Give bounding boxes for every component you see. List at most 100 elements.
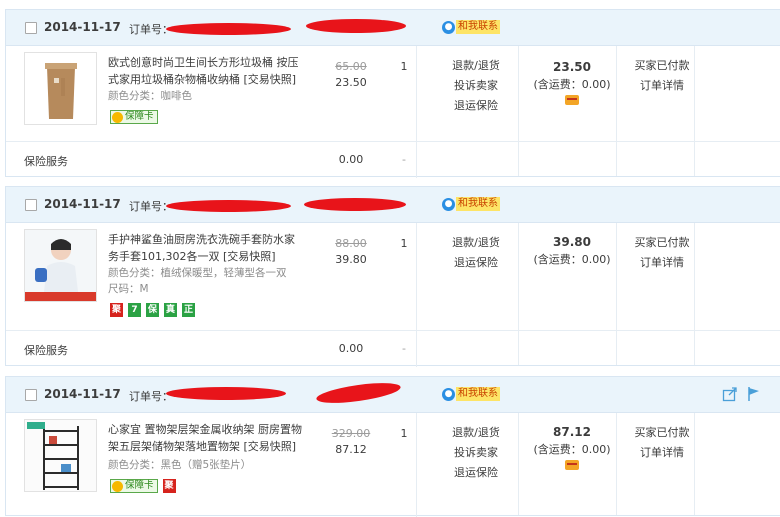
refund-return-link[interactable]: 退款/退货 — [443, 56, 509, 76]
status-column: 买家已付款 订单详情 — [626, 56, 698, 96]
product-property: 颜色分类：黑色（赠5张垫片） — [108, 459, 252, 471]
refund-return-link[interactable]: 退款/退货 — [443, 233, 509, 253]
credit-card-icon — [565, 460, 579, 470]
order-number-label: 订单号： — [129, 390, 173, 403]
original-price: 88.00 — [335, 237, 367, 250]
product-property: 颜色分类：咖啡色 — [108, 90, 192, 102]
product-title-link[interactable]: 手护神鲨鱼油厨房洗衣洗碗手套防水家务手套101,302各一双 [交易快照] — [108, 231, 304, 265]
chat-icon: ● — [442, 197, 455, 211]
contact-label: 和我联系 — [456, 197, 500, 211]
service-badges: 聚 7 保 真 正 — [110, 303, 195, 317]
original-price: 65.00 — [335, 60, 367, 73]
juhuasuan-badge[interactable]: 聚 — [110, 303, 123, 317]
order-checkbox[interactable] — [25, 389, 37, 401]
complain-seller-link[interactable]: 投诉卖家 — [443, 443, 509, 463]
genuine-badge[interactable]: 真 — [164, 303, 177, 317]
seven-day-return-badge[interactable]: 7 — [128, 303, 141, 317]
product-thumbnail[interactable] — [24, 52, 97, 125]
product-thumbnail[interactable] — [24, 229, 97, 302]
divider — [416, 223, 417, 330]
insurance-service-dash: - — [402, 153, 406, 166]
shipping-fee: (含运费：0.00) — [533, 78, 611, 91]
status-column: 买家已付款 订单详情 — [626, 233, 698, 273]
insurance-service-dash: - — [402, 342, 406, 355]
product-title-link[interactable]: 心家宜 置物架层架金属收纳架 厨房置物架五层架储物架落地置物架 [交易快照] — [108, 421, 304, 455]
return-shipping-insurance-link[interactable]: 退运保险 — [443, 463, 509, 483]
guarantee-card-badge[interactable]: 保障卡 — [110, 110, 158, 124]
shelf-rack-image — [25, 420, 96, 491]
order-date: 2014-11-17 — [44, 197, 121, 211]
insurance-service-label: 保险服务 — [24, 155, 68, 168]
order-checkbox[interactable] — [25, 199, 37, 211]
service-badges: 保障卡 — [110, 110, 158, 124]
shipping-fee: (含运费：0.00) — [533, 253, 611, 266]
share-icon[interactable] — [722, 386, 738, 402]
contact-seller-button[interactable]: ● 和我联系 — [442, 386, 500, 402]
divider — [416, 413, 417, 517]
return-shipping-insurance-link[interactable]: 退运保险 — [443, 96, 509, 116]
product-property: 颜色分类：植绒保暖型，轻薄型各一双 — [108, 267, 287, 279]
complain-seller-link[interactable]: 投诉卖家 — [443, 76, 509, 96]
order-checkbox[interactable] — [25, 22, 37, 34]
product-thumbnail[interactable] — [24, 419, 97, 492]
current-price: 87.12 — [335, 443, 367, 456]
quantity: 1 — [400, 60, 408, 73]
insurance-service-price: 0.00 — [338, 153, 364, 166]
contact-label: 和我联系 — [456, 20, 500, 34]
order-header: 2014-11-17 订单号： ● 和我联系 — [6, 10, 780, 46]
insurance-service-row: 保险服务 0.00 - — [6, 331, 780, 367]
total-column: 39.80 (含运费：0.00) — [526, 235, 618, 267]
product-property: 尺码：M — [108, 283, 149, 295]
divider — [518, 413, 519, 515]
service-badges: 保障卡 聚 — [110, 479, 176, 493]
glove-model-image — [25, 230, 96, 301]
insurance-service-price: 0.00 — [338, 342, 364, 355]
redaction-mark — [166, 387, 286, 400]
header-actions — [722, 386, 762, 402]
contact-seller-button[interactable]: ● 和我联系 — [442, 196, 500, 212]
contact-label: 和我联系 — [456, 387, 500, 401]
shield-icon — [112, 480, 123, 492]
current-price: 23.50 — [335, 76, 367, 89]
order-detail-link[interactable]: 订单详情 — [626, 76, 698, 96]
item-actions: 退款/退货 投诉卖家 退运保险 — [443, 423, 509, 483]
quantity: 1 — [400, 237, 408, 250]
chat-icon: ● — [442, 387, 455, 401]
order-date: 2014-11-17 — [44, 20, 121, 34]
order-detail-link[interactable]: 订单详情 — [626, 443, 698, 463]
price-column: 329.00 87.12 — [326, 427, 376, 456]
redaction-mark — [166, 23, 291, 35]
divider — [416, 142, 417, 178]
protection-badge[interactable]: 保 — [146, 303, 159, 317]
product-title-link[interactable]: 欧式创意时尚卫生间长方形垃圾桶 按压式家用垃圾桶杂物桶收纳桶 [交易快照] — [108, 54, 304, 88]
flag-icon[interactable] — [746, 386, 762, 402]
order-detail-link[interactable]: 订单详情 — [626, 253, 698, 273]
item-actions: 退款/退货 退运保险 — [443, 233, 509, 273]
authentic-badge[interactable]: 正 — [182, 303, 195, 317]
contact-seller-button[interactable]: ● 和我联系 — [442, 19, 500, 35]
divider — [416, 331, 417, 367]
guarantee-card-badge[interactable]: 保障卡 — [110, 479, 158, 493]
item-actions: 退款/退货 投诉卖家 退运保险 — [443, 56, 509, 116]
total-column: 87.12 (含运费：0.00) — [526, 425, 618, 473]
order-header: 2014-11-17 订单号： ● 和我联系 — [6, 187, 780, 223]
total-amount: 87.12 — [553, 425, 591, 439]
price-column: 65.00 23.50 — [326, 60, 376, 89]
redaction-mark — [304, 198, 406, 211]
quantity: 1 — [400, 427, 408, 440]
redaction-mark — [315, 379, 402, 407]
trash-can-image — [25, 53, 96, 124]
order-card: 2014-11-17 订单号： ● 和我联系 欧式创意时尚卫生间长方形垃圾桶 按… — [5, 9, 780, 178]
total-column: 23.50 (含运费：0.00) — [526, 60, 618, 108]
total-amount: 39.80 — [553, 235, 591, 249]
order-date: 2014-11-17 — [44, 387, 121, 401]
redaction-mark — [306, 19, 406, 33]
status-column: 买家已付款 订单详情 — [626, 423, 698, 463]
redaction-mark — [166, 200, 291, 212]
refund-return-link[interactable]: 退款/退货 — [443, 423, 509, 443]
return-shipping-insurance-link[interactable]: 退运保险 — [443, 253, 509, 273]
insurance-service-row: 保险服务 0.00 - — [6, 142, 780, 178]
juhuasuan-badge[interactable]: 聚 — [162, 479, 176, 493]
order-status: 买家已付款 — [634, 426, 690, 439]
order-status: 买家已付款 — [634, 236, 690, 249]
